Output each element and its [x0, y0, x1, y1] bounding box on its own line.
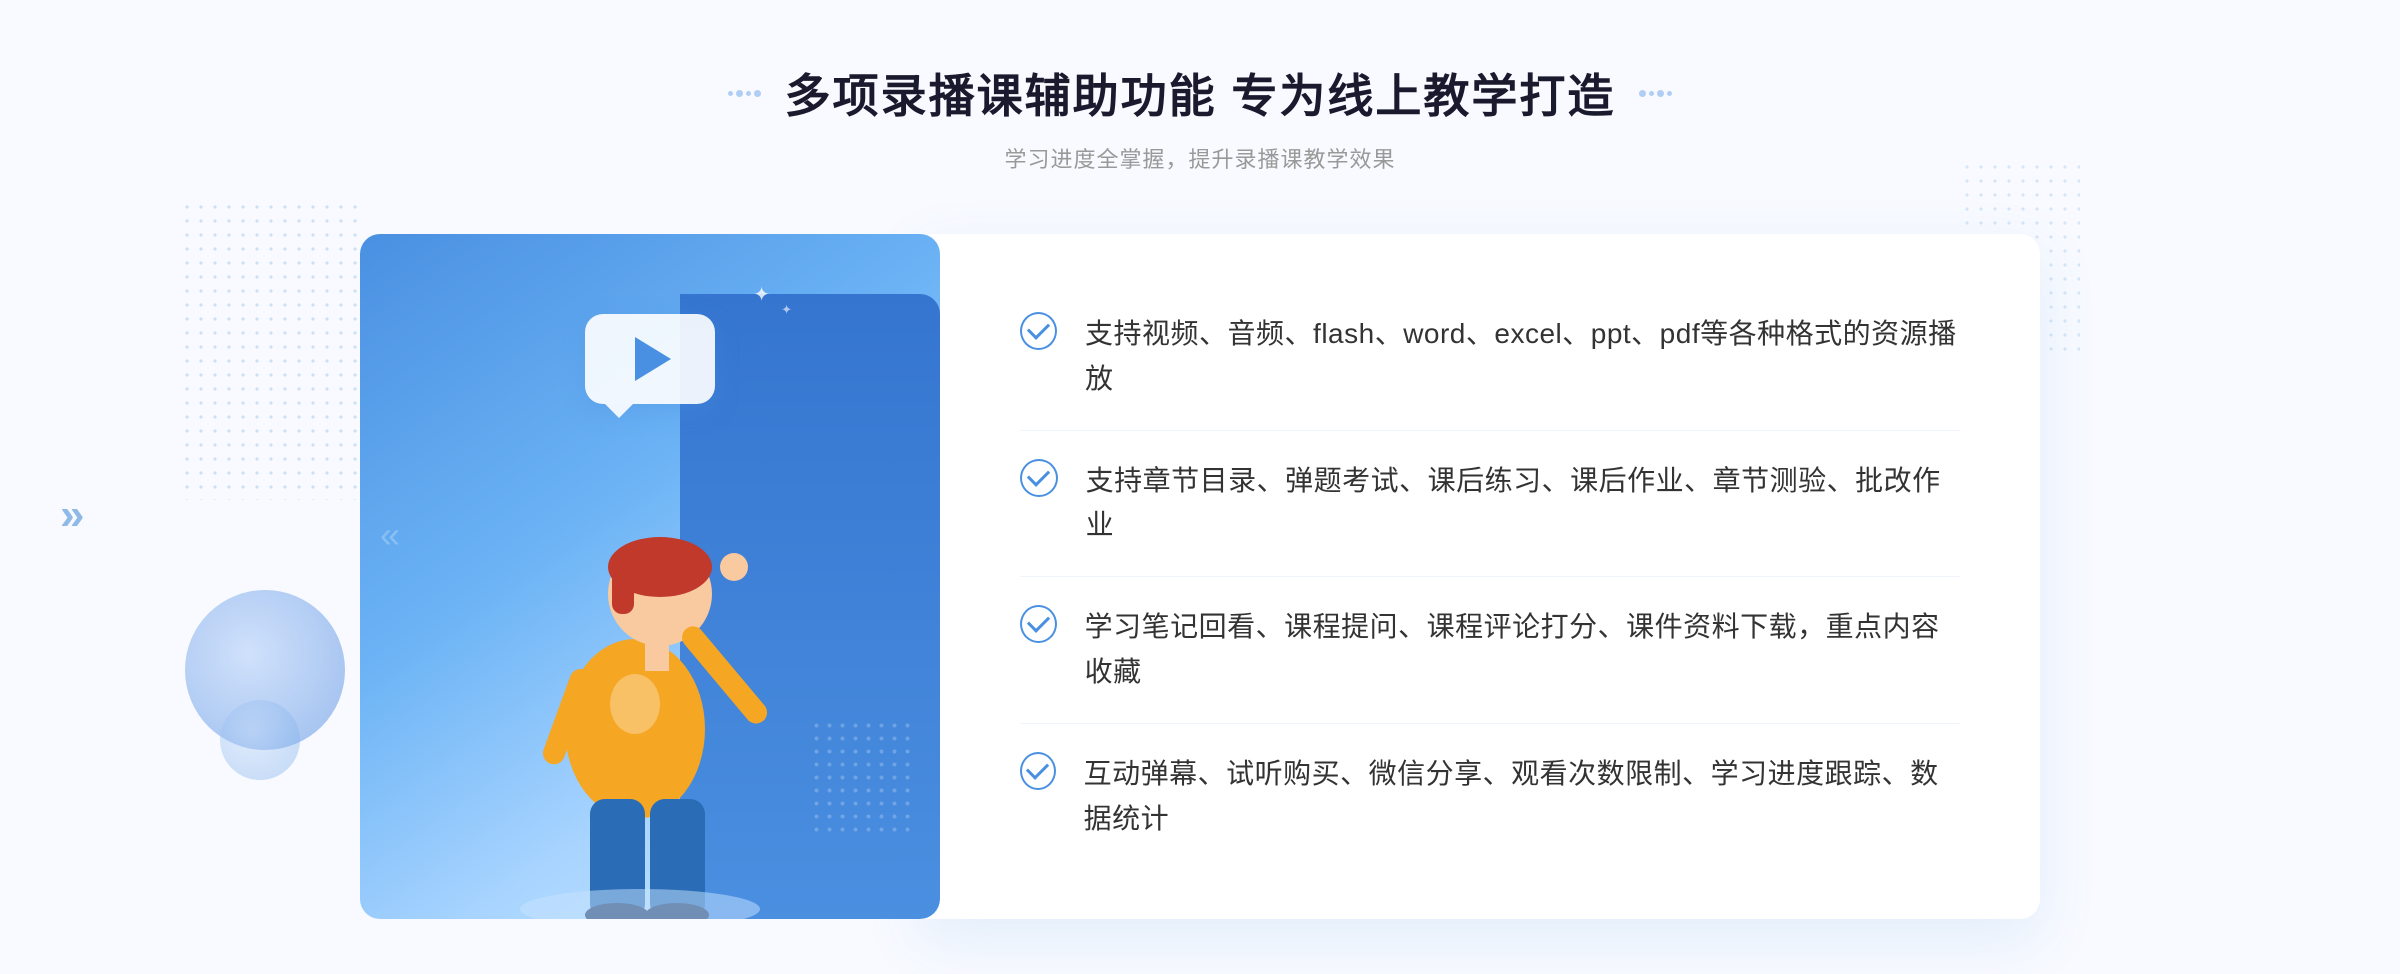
card-dots-bottom — [810, 719, 910, 839]
dec-dot-8 — [1667, 91, 1672, 96]
page-subtitle: 学习进度全掌握，提升录播课教学效果 — [1004, 142, 1395, 174]
dec-dot-7 — [1657, 90, 1664, 97]
feature-text-3: 学习笔记回看、课程提问、课程评论打分、课件资料下载，重点内容收藏 — [1085, 605, 1960, 695]
title-row: 多项录播课辅助功能 专为线上教学打造 — [728, 60, 1673, 126]
check-icon-3 — [1020, 605, 1057, 643]
person-illustration — [440, 399, 860, 919]
decorator-right — [1639, 90, 1672, 97]
feature-text-2: 支持章节目录、弹题考试、课后练习、课后作业、章节测验、批改作业 — [1086, 459, 1960, 549]
feature-text-1: 支持视频、音频、flash、word、excel、ppt、pdf等各种格式的资源… — [1085, 312, 1960, 402]
person-svg — [440, 399, 860, 919]
check-icon-2 — [1020, 459, 1058, 497]
check-icon-1 — [1020, 312, 1057, 350]
decorator-left — [728, 90, 761, 97]
dec-dot-1 — [728, 91, 733, 96]
page-container: » 多项录播课辅助功能 专为线上教学打造 学习进度全掌握，提升录播课教学效果 — [0, 0, 2400, 974]
play-bubble-bg — [585, 314, 715, 404]
dec-dot-3 — [746, 91, 751, 96]
play-triangle-icon — [635, 337, 671, 381]
dots-decoration-left — [180, 200, 360, 500]
sparkle-icon-1: ✦ — [753, 282, 770, 307]
dec-dot-6 — [1649, 91, 1654, 96]
page-title: 多项录播课辅助功能 专为线上教学打造 — [785, 60, 1616, 126]
feature-item-4: 互动弹幕、试听购买、微信分享、观看次数限制、学习进度跟踪、数据统计 — [1020, 724, 1960, 870]
dec-dot-5 — [1639, 90, 1646, 97]
dec-dot-2 — [736, 90, 743, 97]
feature-item-1: 支持视频、音频、flash、word、excel、ppt、pdf等各种格式的资源… — [1020, 284, 1960, 431]
illustration-card: « ✦ ✦ — [360, 234, 940, 919]
feature-text-4: 互动弹幕、试听购买、微信分享、观看次数限制、学习进度跟踪、数据统计 — [1084, 752, 1960, 842]
feature-item-2: 支持章节目录、弹题考试、课后练习、课后作业、章节测验、批改作业 — [1020, 431, 1960, 578]
deco-lines: « — [380, 514, 390, 556]
dec-dot-4 — [754, 90, 761, 97]
chevrons-icon: « — [380, 514, 390, 556]
main-content: « ✦ ✦ — [360, 234, 2040, 919]
page-header: 多项录播课辅助功能 专为线上教学打造 学习进度全掌握，提升录播课教学效果 — [728, 60, 1673, 174]
check-icon-4 — [1020, 752, 1056, 790]
circle-decoration-small — [220, 700, 300, 780]
features-card: 支持视频、音频、flash、word、excel、ppt、pdf等各种格式的资源… — [920, 234, 2040, 919]
chevron-left-decoration: » — [60, 490, 84, 540]
sparkle-icon-2: ✦ — [781, 302, 792, 318]
feature-item-3: 学习笔记回看、课程提问、课程评论打分、课件资料下载，重点内容收藏 — [1020, 577, 1960, 724]
